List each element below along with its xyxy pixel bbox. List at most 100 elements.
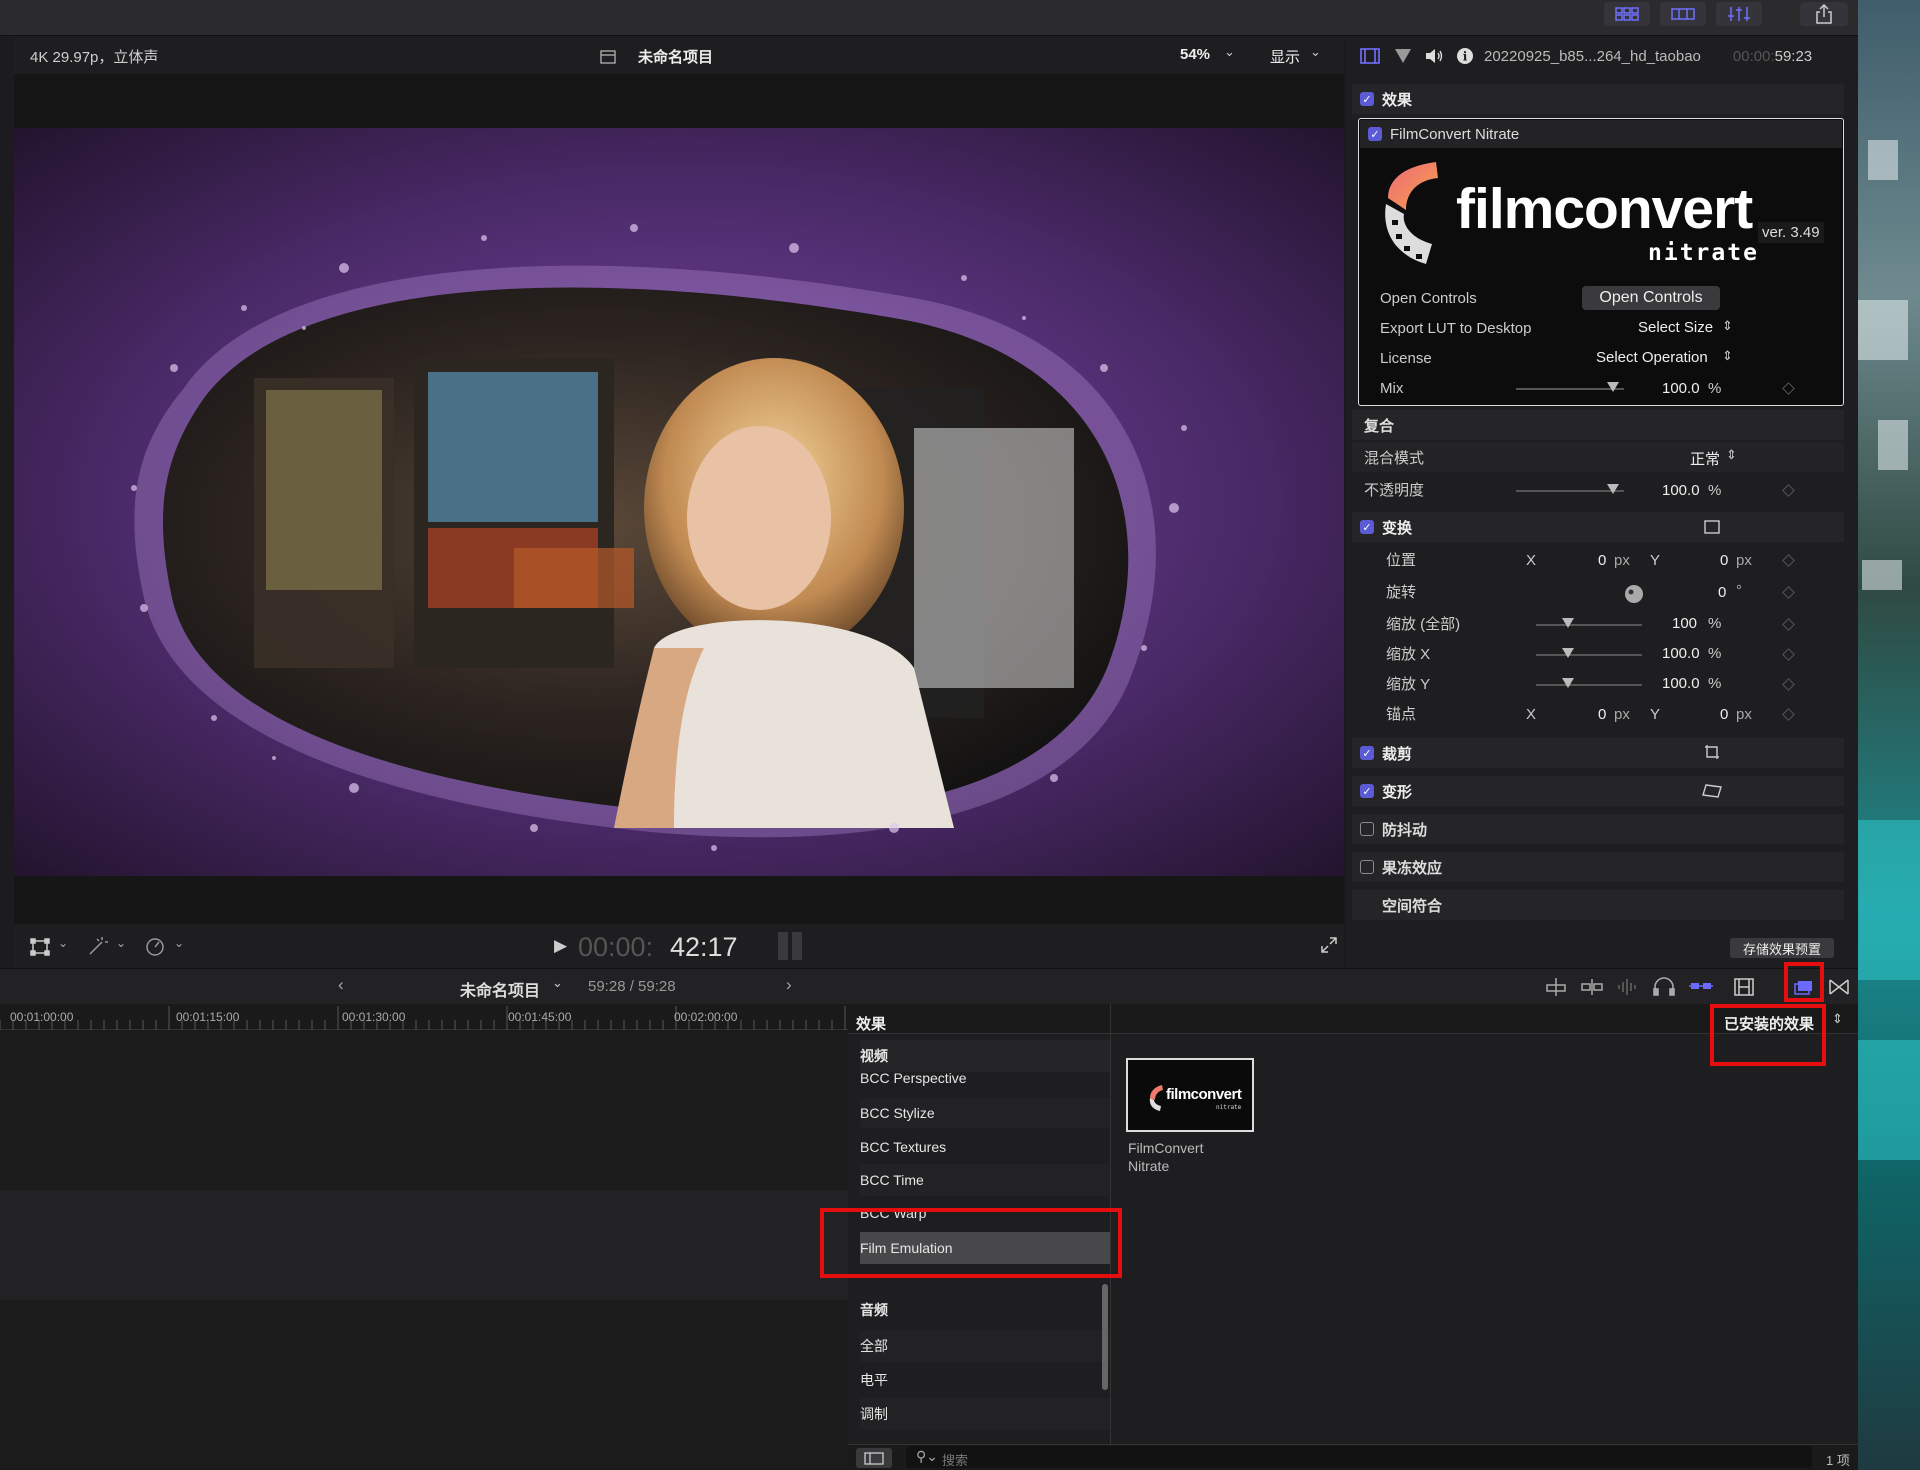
sidebar-scrollbar[interactable] [1102,1284,1108,1390]
category-item-bcc-textures[interactable]: BCC Textures [860,1132,1110,1162]
filmstrip-icon[interactable] [1732,977,1756,997]
audio-inspector-icon[interactable] [1424,48,1444,64]
scale-all-slider-knob[interactable] [1561,618,1574,628]
save-effects-preset-button[interactable]: 存储效果预置 [1730,938,1834,958]
mix-slider-knob[interactable] [1607,382,1620,392]
mix-value[interactable]: 100.0 [1662,380,1700,397]
transform-section-header[interactable]: ✓ 变换 [1352,512,1844,542]
stabilize-checkbox[interactable] [1360,822,1374,836]
color-inspector-icon[interactable] [1394,48,1412,64]
position-x-value[interactable]: 0 [1598,552,1606,569]
fullscreen-icon[interactable] [1320,936,1338,954]
crop-section-header[interactable]: ✓ 裁剪 [1352,738,1844,768]
timeline-project-title[interactable]: 未命名项目 [460,977,540,1001]
play-icon[interactable]: ▶ [554,936,567,956]
opacity-unit: % [1708,482,1722,499]
headphones-icon[interactable] [1652,977,1676,997]
rotation-value[interactable]: 0 [1718,584,1726,601]
display-dropdown[interactable]: 显示 [1270,46,1300,67]
anchor-x-label: X [1526,706,1537,723]
video-inspector-icon[interactable] [1360,48,1380,64]
timeline-area[interactable]: 00:01:00:00 00:01:15:00 00:01:30:00 00:0… [0,1004,848,1470]
select-operation-dropdown[interactable]: Select Operation [1596,349,1708,366]
anchor-x-value[interactable]: 0 [1598,706,1606,723]
category-item-all[interactable]: 全部 [860,1330,1110,1362]
transform-onscreen-icon[interactable] [1704,520,1720,534]
scale-y-slider-knob[interactable] [1561,678,1574,688]
composite-section-header[interactable]: 复合 [1352,410,1844,440]
timeline-duration: 59:28 / 59:28 [588,978,676,995]
scale-all-value[interactable]: 100 [1672,615,1697,632]
effect-name-line1: FilmConvert [1128,1140,1204,1156]
opacity-value[interactable]: 100.0 [1662,482,1700,499]
snapping-icon[interactable] [1580,977,1604,997]
effects-search-field[interactable]: ⚲⌄ 搜索 [906,1446,1812,1468]
info-icon[interactable]: i [1456,47,1474,65]
anchor-y-value[interactable]: 0 [1720,706,1728,723]
category-item-modulation[interactable]: 调制 [860,1398,1110,1430]
sliders-icon [1728,7,1750,21]
video-frame[interactable] [14,128,1344,876]
category-item-levels[interactable]: 电平 [860,1364,1110,1396]
timeline-layout-button[interactable] [1660,2,1706,26]
rotation-dial-icon[interactable] [1624,584,1644,604]
solo-icon[interactable] [1688,977,1714,997]
speed-gauge-icon[interactable] [144,936,166,956]
scale-x-value[interactable]: 100.0 [1662,645,1700,662]
rolling-shutter-section-header[interactable]: 果冻效应 [1352,852,1844,882]
transform-tool-icon[interactable] [30,938,50,956]
opacity-slider-knob[interactable] [1607,484,1620,494]
filmconvert-logo-icon [1149,1085,1163,1111]
scale-x-slider[interactable] [1536,654,1642,656]
filmconvert-checkbox[interactable]: ✓ [1368,127,1382,141]
effects-checkbox[interactable]: ✓ [1360,92,1374,106]
playhead-timecode[interactable]: 42:17 [670,932,738,963]
rolling-shutter-checkbox[interactable] [1360,860,1374,874]
crop-checkbox[interactable]: ✓ [1360,746,1374,760]
scale-y-value[interactable]: 100.0 [1662,675,1700,692]
open-controls-button[interactable]: Open Controls [1582,286,1720,310]
effects-section-header[interactable]: ✓ 效果 [1352,84,1844,114]
spatial-conform-label: 空间符合 [1382,897,1443,915]
audio-skimming-icon[interactable] [1616,977,1640,997]
magic-wand-icon[interactable] [86,936,108,956]
filmconvert-header[interactable]: ✓ FilmConvert Nitrate [1360,120,1842,148]
position-y-value[interactable]: 0 [1720,552,1728,569]
transitions-browser-icon[interactable] [1828,977,1850,997]
distort-onscreen-icon[interactable] [1702,784,1722,798]
timeline-track[interactable] [0,1190,848,1300]
category-label: 全部 [860,1338,888,1354]
scale-x-slider-knob[interactable] [1561,648,1574,658]
px-unit: px [1736,706,1752,723]
open-controls-label: Open Controls [1380,290,1477,307]
effect-thumbnail-filmconvert[interactable]: filmconvert nitrate [1126,1058,1254,1132]
select-size-dropdown[interactable]: Select Size [1638,319,1713,336]
timeline-ruler[interactable]: 00:01:00:00 00:01:15:00 00:01:30:00 00:0… [0,1004,848,1030]
spatial-conform-section-header[interactable]: 空间符合 [1352,890,1844,920]
scale-y-slider[interactable] [1536,684,1642,686]
back-arrow-icon[interactable]: ‹ [338,975,344,995]
scale-all-slider[interactable] [1536,624,1642,626]
clip-appearance-icon[interactable] [1544,977,1568,997]
category-item-bcc-time[interactable]: BCC Time [860,1164,1110,1196]
category-item-bcc-stylize[interactable]: BCC Stylize [860,1098,1110,1128]
video-frame-image [14,128,1344,876]
forward-arrow-icon[interactable]: › [786,975,792,995]
mix-label: Mix [1380,380,1404,397]
zoom-dropdown[interactable]: 54% [1180,46,1210,63]
share-button[interactable] [1800,2,1848,26]
category-item-bcc-perspective[interactable]: BCC Perspective [860,1064,1110,1092]
blend-mode-dropdown[interactable]: 正常 [1690,448,1720,469]
distort-checkbox[interactable]: ✓ [1360,784,1374,798]
distort-section-header[interactable]: ✓ 变形 [1352,776,1844,806]
inspector-toggle-button[interactable] [1716,2,1762,26]
sidebar-toggle-icon[interactable] [856,1448,892,1468]
chevron-down-icon: ⌄ [552,975,563,990]
stabilize-section-header[interactable]: 防抖动 [1352,814,1844,844]
share-icon [1816,4,1832,24]
transform-checkbox[interactable]: ✓ [1360,520,1374,534]
px-unit: px [1614,552,1630,569]
crop-onscreen-icon[interactable] [1704,744,1720,760]
viewer-header: 4K 29.97p，立体声 未命名项目 54% ⌄ 显示 ⌄ [14,38,1344,74]
browser-layout-button[interactable] [1604,2,1650,26]
